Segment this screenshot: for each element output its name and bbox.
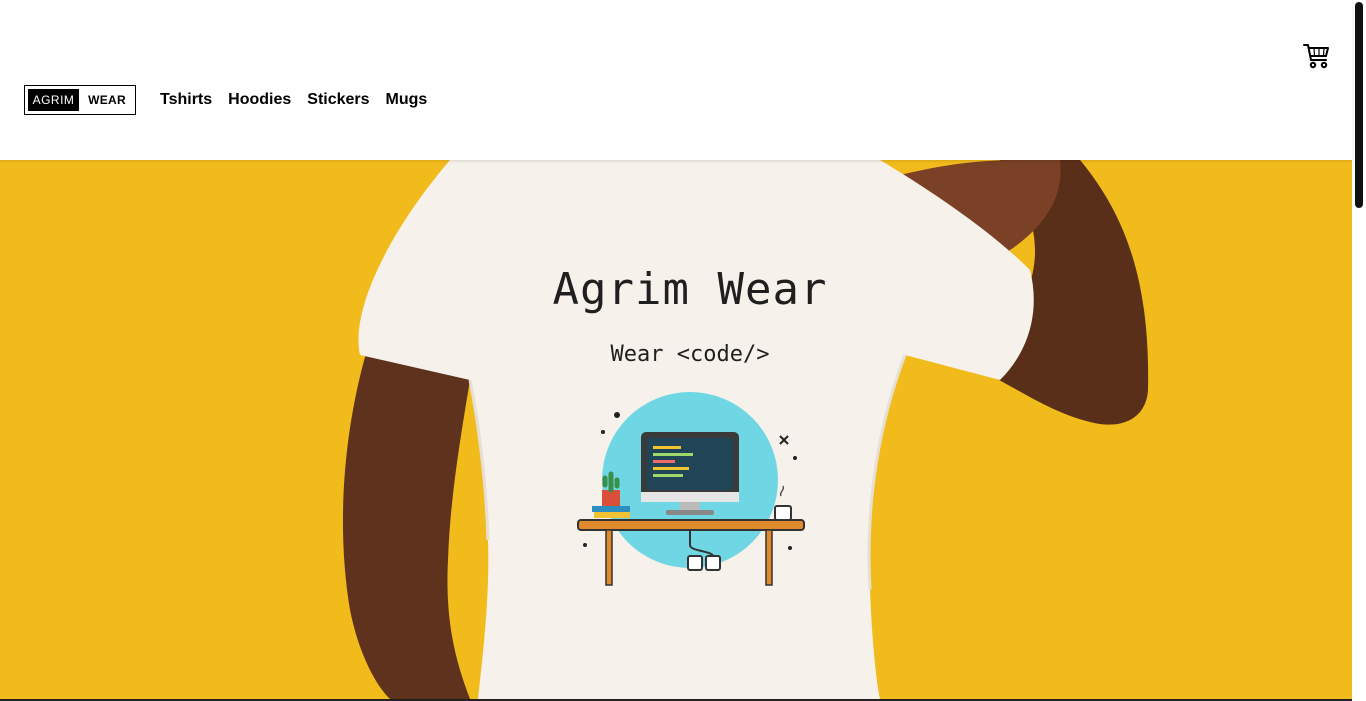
hero-image — [0, 160, 1352, 699]
cart-button[interactable] — [1302, 42, 1330, 70]
nav-link-tshirts[interactable]: Tshirts — [160, 90, 212, 110]
vertical-scrollbar[interactable] — [1352, 0, 1366, 701]
nav-link-mugs[interactable]: Mugs — [386, 90, 428, 110]
main-nav: Tshirts Hoodies Stickers Mugs — [160, 90, 427, 110]
cart-icon — [1303, 44, 1329, 69]
shirt-subtitle: Wear <code/> — [610, 342, 770, 367]
nav-link-hoodies[interactable]: Hoodies — [228, 90, 291, 110]
site-header: AGRIM WEAR Tshirts Hoodies Stickers Mugs — [0, 0, 1352, 160]
hero-banner: Agrim Wear Wear <code/> — [0, 160, 1352, 699]
page: AGRIM WEAR Tshirts Hoodies Stickers Mugs — [0, 0, 1366, 701]
nav-link-stickers[interactable]: Stickers — [307, 90, 369, 110]
scrollbar-thumb[interactable] — [1355, 2, 1363, 208]
logo-text-right: WEAR — [88, 93, 126, 107]
shirt-title: Agrim Wear — [552, 264, 828, 315]
brand-logo[interactable]: AGRIM WEAR — [24, 85, 136, 115]
logo-text-left: AGRIM — [28, 89, 79, 111]
